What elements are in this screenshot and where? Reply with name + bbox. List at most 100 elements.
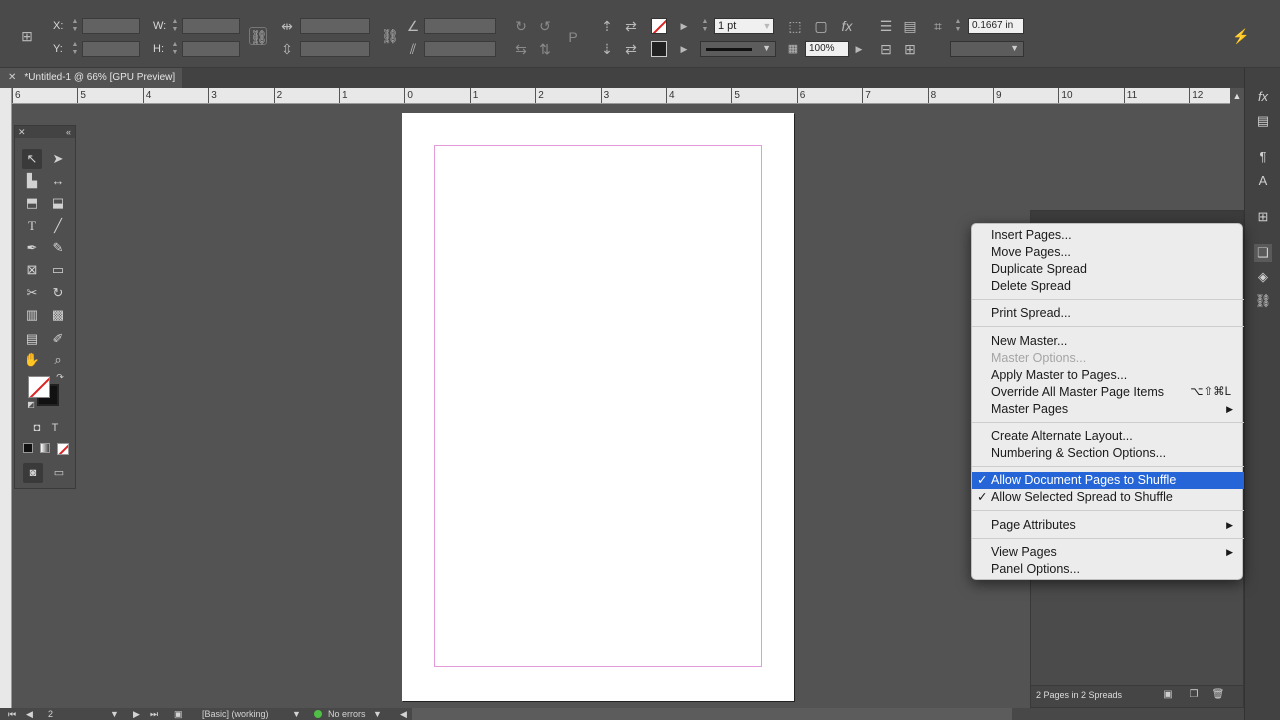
eyedropper-tool-icon[interactable]: ✐ [48, 329, 68, 349]
new-page-icon[interactable]: ❐ [1187, 689, 1201, 703]
apply-color-icon[interactable] [23, 443, 33, 453]
paragraph-styles-panel-icon[interactable]: ¶ [1254, 148, 1272, 166]
content-placer-icon[interactable]: ⬓ [48, 193, 68, 213]
stroke-type-select[interactable]: ▼ [700, 41, 776, 57]
note-tool-icon[interactable]: ▤ [22, 329, 42, 349]
menu-item-override-all-master-page-items[interactable]: Override All Master Page Items ⌥⇧⌘L [972, 384, 1244, 401]
table-panel-icon[interactable]: ⊞ [1254, 208, 1272, 226]
select-container-icon[interactable]: ⇡ [598, 17, 616, 35]
pages-panel-icon[interactable]: ❑ [1254, 244, 1272, 262]
flip-horizontal-icon[interactable]: ⇆ [512, 40, 530, 58]
scissors-tool-icon[interactable]: ✂ [22, 283, 42, 303]
y-field[interactable] [82, 41, 140, 57]
first-page-icon[interactable]: ⏮ [8, 708, 16, 720]
constrain-proportions-icon[interactable]: ⛓ [249, 27, 268, 45]
direct-selection-tool-icon[interactable]: ➤ [48, 149, 68, 169]
stroke-styles-panel-icon[interactable]: ▤ [1254, 112, 1272, 130]
formatting-text-icon[interactable]: T [45, 418, 65, 438]
align-top-icon[interactable]: ⊟ [877, 40, 895, 58]
menu-item-view-pages[interactable]: View Pages ▶ [972, 544, 1244, 561]
page-number-field[interactable]: 2 [48, 708, 53, 720]
normal-view-mode-icon[interactable]: ◙ [23, 463, 43, 483]
menu-item-new-master[interactable]: New Master... [972, 333, 1244, 350]
preflight-menu-icon[interactable]: ▼ [373, 708, 382, 720]
scroll-left-icon[interactable]: ◀ [400, 708, 407, 720]
scroll-up-icon[interactable]: ▲ [1230, 88, 1244, 104]
menu-item-panel-options[interactable]: Panel Options... [972, 561, 1244, 578]
preflight-errors[interactable]: No errors [328, 708, 366, 720]
apply-none-icon[interactable] [57, 443, 69, 455]
menu-item-allow-document-pages-to-shuffle[interactable]: ✓ Allow Document Pages to Shuffle [972, 472, 1244, 489]
menu-item-allow-selected-spread-to-shuffle[interactable]: ✓ Allow Selected Spread to Shuffle [972, 489, 1244, 506]
h-stepper[interactable]: ▲ ▼ [170, 41, 180, 57]
drop-shadow-icon[interactable]: ▢ [812, 17, 830, 35]
hand-tool-icon[interactable]: ✋ [22, 350, 42, 370]
select-next-icon[interactable]: ⇄ [622, 40, 640, 58]
text-wrap-box-icon[interactable]: ▤ [901, 17, 919, 35]
last-page-icon[interactable]: ⏭ [150, 708, 158, 720]
horizontal-ruler[interactable]: 6 5 4 3 2 1 0 1 2 3 4 5 6 7 8 9 10 11 12 [12, 88, 1244, 104]
menu-item-delete-spread[interactable]: Delete Spread [972, 278, 1244, 295]
default-fill-stroke-icon[interactable]: ◩ [26, 400, 36, 410]
opacity-field[interactable]: 100% [805, 41, 849, 57]
fill-proxy[interactable] [28, 376, 50, 398]
gradient-tool-icon[interactable]: ▥ [22, 305, 42, 325]
auto-fit-icon[interactable]: ⌗ [929, 17, 947, 35]
next-page-icon[interactable]: ▶ [133, 708, 140, 720]
w-field[interactable] [182, 18, 240, 34]
fill-none-swatch[interactable] [651, 18, 667, 34]
x-stepper[interactable]: ▲ ▼ [70, 18, 80, 34]
collapse-panel-icon[interactable]: « [66, 126, 71, 138]
effects-fx-icon[interactable]: fx [838, 17, 856, 35]
menu-item-apply-master-to-pages[interactable]: Apply Master to Pages... [972, 367, 1244, 384]
align-center-icon[interactable]: ⊞ [901, 40, 919, 58]
vertical-ruler[interactable] [0, 88, 12, 708]
menu-item-numbering-section-options[interactable]: Numbering & Section Options... [972, 445, 1244, 462]
select-previous-icon[interactable]: ⇄ [622, 17, 640, 35]
menu-item-print-spread[interactable]: Print Spread... [972, 305, 1244, 322]
h-field[interactable] [182, 41, 240, 57]
opacity-arrow-icon[interactable]: ▶ [850, 40, 868, 58]
rotate-cw-icon[interactable]: ↻ [512, 17, 530, 35]
rectangle-tool-icon[interactable]: ▭ [48, 260, 68, 280]
rotation-field[interactable] [424, 18, 496, 34]
quick-apply-icon[interactable]: ⚡ [1232, 27, 1250, 45]
page-tool-icon[interactable]: ▙ [22, 171, 42, 191]
stroke-weight-dropdown-icon[interactable]: ▼ [758, 17, 776, 35]
menu-item-master-pages[interactable]: Master Pages ▶ [972, 401, 1244, 418]
document-tab[interactable]: ✕ *Untitled-1 @ 66% [GPU Preview] [0, 68, 182, 88]
rotate-ccw-icon[interactable]: ↺ [536, 17, 554, 35]
fill-menu-arrow-icon[interactable]: ▶ [675, 17, 693, 35]
inset-stepper[interactable]: ▲ ▼ [953, 18, 963, 34]
pen-tool-icon[interactable]: ✒ [22, 238, 42, 258]
shear-field[interactable] [424, 41, 496, 57]
swap-fill-stroke-icon[interactable]: ↷ [55, 372, 65, 382]
w-stepper[interactable]: ▲ ▼ [170, 18, 180, 34]
menu-item-create-alternate-layout[interactable]: Create Alternate Layout... [972, 428, 1244, 445]
scale-y-field[interactable] [300, 41, 370, 57]
stroke-swatch[interactable] [651, 41, 667, 57]
screen-mode-icon[interactable]: ▭ [49, 463, 69, 483]
select-content-icon[interactable]: ⇣ [598, 40, 616, 58]
free-transform-tool-icon[interactable]: ↻ [48, 283, 68, 303]
menu-item-move-pages[interactable]: Move Pages... [972, 244, 1244, 261]
pencil-tool-icon[interactable]: ✎ [48, 238, 68, 258]
zoom-tool-icon[interactable]: ⌕ [48, 350, 68, 370]
page-menu-icon[interactable]: ▼ [110, 708, 119, 720]
preflight-profile[interactable]: [Basic] (working) [202, 708, 269, 720]
stroke-menu-arrow-icon[interactable]: ▶ [675, 40, 693, 58]
menu-item-insert-pages[interactable]: Insert Pages... [972, 227, 1244, 244]
scale-x-field[interactable] [300, 18, 370, 34]
gradient-feather-tool-icon[interactable]: ▩ [48, 305, 68, 325]
layers-panel-icon[interactable]: ◈ [1254, 268, 1272, 286]
preflight-profile-arrow-icon[interactable]: ▼ [292, 708, 301, 720]
open-document-icon[interactable]: ▣ [174, 708, 183, 720]
inset-field[interactable]: 0.1667 in [968, 18, 1024, 34]
menu-item-duplicate-spread[interactable]: Duplicate Spread [972, 261, 1244, 278]
object-style-select[interactable]: ▼ [950, 41, 1024, 57]
close-tab-icon[interactable]: ✕ [8, 72, 16, 83]
document-page[interactable] [402, 113, 794, 701]
constrain-scale-icon[interactable]: ⛓ [381, 27, 399, 45]
gap-tool-icon[interactable]: ↔ [48, 171, 68, 191]
delete-page-icon[interactable]: 🗑 [1211, 689, 1225, 703]
